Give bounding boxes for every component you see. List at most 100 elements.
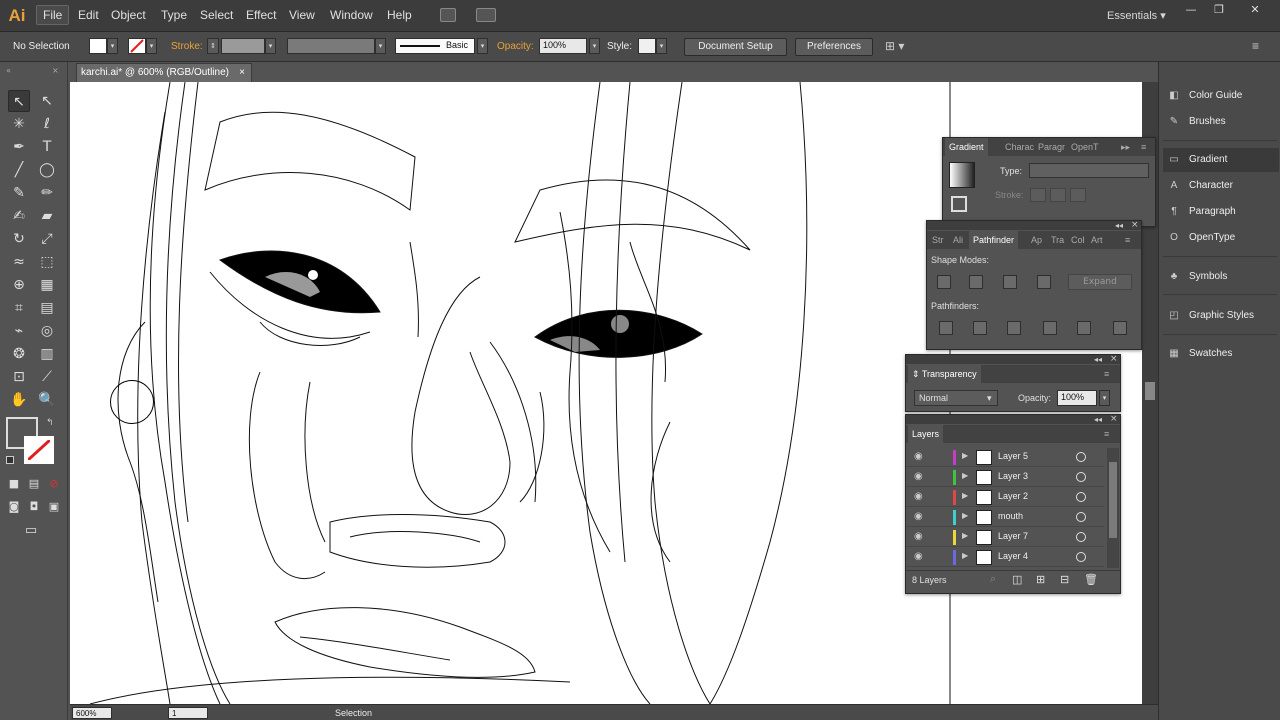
tab-transform[interactable]: Tra [1051,231,1064,249]
close-tab-icon[interactable]: × [239,64,245,82]
layer-row[interactable]: ◉ ▶ Layer 7 [906,528,1104,547]
layer-row[interactable]: ◉ ▶ mouth [906,508,1104,527]
opacity-dropdown[interactable]: ▾ [1099,390,1110,406]
workspace-switcher[interactable]: Essentials ▾ [1107,9,1166,22]
expand-arrow-icon[interactable]: ▶ [962,451,968,460]
stroke-stepper[interactable]: ⇕ [207,38,219,54]
stroke-across-icon[interactable] [1070,188,1086,202]
screen-mode-icon[interactable]: ▭ [20,520,42,538]
menu-effect[interactable]: Effect [246,8,276,22]
preferences-button[interactable]: Preferences [795,38,873,56]
target-icon[interactable] [1076,492,1086,502]
hand-tool-icon[interactable]: ✋ [8,389,30,411]
close-window-button[interactable]: ✕ [1244,3,1266,17]
zoom-field[interactable]: 600% [72,707,112,719]
collapse-panel-icon[interactable]: ◂◂ [1094,415,1102,424]
tab-align[interactable]: Ali [953,231,963,249]
menu-edit[interactable]: Edit [78,8,99,22]
layer-name[interactable]: mouth [998,511,1023,521]
arrange-documents-icon[interactable] [476,8,496,22]
dock-gradient[interactable]: ▭ Gradient [1163,148,1279,172]
eye-icon[interactable]: ◉ [914,531,928,542]
trim-icon[interactable] [973,321,987,335]
dock-paragraph[interactable]: ¶ Paragraph [1167,200,1277,224]
variable-width-profile[interactable] [287,38,375,54]
panel-grip[interactable] [906,415,1120,424]
menu-file[interactable]: File [36,5,70,25]
gradient-tool-icon[interactable]: ▤ [36,297,58,319]
column-graph-tool-icon[interactable]: ▥ [36,343,58,365]
panel-grip[interactable] [906,355,1120,364]
panel-menu-icon[interactable]: ≡ [1252,39,1259,53]
eraser-tool-icon[interactable]: ▰ [36,205,58,227]
collapse-icon[interactable]: « [6,66,11,75]
target-icon[interactable] [1076,452,1086,462]
target-icon[interactable] [1076,472,1086,482]
slice-tool-icon[interactable]: ⟋ [36,366,58,388]
layer-name[interactable]: Layer 4 [998,551,1028,561]
opacity-field[interactable]: 100% [1057,390,1097,406]
tab-gradient[interactable]: Gradient [945,138,988,156]
gradient-type-dropdown[interactable] [1029,163,1149,178]
menu-window[interactable]: Window [330,8,373,22]
magic-wand-tool-icon[interactable]: ✳ [8,113,30,135]
none-mode-icon[interactable]: ⊘ [45,473,63,491]
crop-icon[interactable] [1043,321,1057,335]
type-tool-icon[interactable]: T [36,136,58,158]
locate-object-icon[interactable]: ⌕ [990,573,996,586]
draw-behind-icon[interactable]: ◘ [25,496,43,514]
clipping-mask-icon[interactable]: ◫ [1012,573,1022,586]
target-icon[interactable] [1076,512,1086,522]
current-tool-status[interactable]: Selection [335,708,372,718]
panel-menu-icon[interactable]: ≡ [1104,365,1109,383]
target-icon[interactable] [1076,552,1086,562]
symbol-sprayer-tool-icon[interactable]: ❂ [8,343,30,365]
draw-inside-icon[interactable]: ▣ [45,496,63,514]
graphic-style-swatch[interactable] [638,38,656,54]
layers-scrollbar[interactable] [1107,448,1119,568]
opacity-label[interactable]: Opacity: [497,41,534,52]
layer-name[interactable]: Layer 3 [998,471,1028,481]
layer-name[interactable]: Layer 7 [998,531,1028,541]
intersect-icon[interactable] [1003,275,1017,289]
draw-normal-icon[interactable]: ◙ [5,496,23,514]
default-colors-icon[interactable] [6,456,14,464]
trash-icon[interactable]: 🗑 [1084,573,1098,586]
panel-menu-icon[interactable]: ≡ [1141,138,1146,156]
warp-tool-icon[interactable]: ≈ [8,251,30,273]
stroke-label[interactable]: Stroke: [171,41,203,52]
stroke-within-icon[interactable] [1030,188,1046,202]
selection-tool-icon[interactable]: ↖ [8,90,30,112]
brush-dropdown[interactable]: ▾ [477,38,488,54]
style-dropdown[interactable]: ▾ [656,38,667,54]
opacity-field[interactable]: 100% [539,38,587,54]
expand-arrow-icon[interactable]: ▶ [962,531,968,540]
dock-character[interactable]: A Character [1167,174,1277,198]
stroke-color-dropdown[interactable]: ▾ [146,38,157,54]
artboard-field[interactable]: 1 [168,707,208,719]
stroke-swatch[interactable] [128,38,146,54]
blend-tool-icon[interactable]: ◎ [36,320,58,342]
menu-view[interactable]: View [289,8,315,22]
minus-back-icon[interactable] [1113,321,1127,335]
layer-name[interactable]: Layer 2 [998,491,1028,501]
free-transform-tool-icon[interactable]: ⬚ [36,251,58,273]
gradient-preview-swatch[interactable] [949,162,975,188]
close-panel-icon[interactable]: × [1110,354,1118,364]
gradient-mode-icon[interactable]: ▤ [25,473,43,491]
stroke-color-box[interactable] [24,436,54,464]
layer-row[interactable]: ◉ ▶ Layer 5 [906,448,1104,467]
ellipse-tool-icon[interactable]: ◯ [36,159,58,181]
dock-brushes[interactable]: ✎ Brushes [1167,110,1277,134]
mesh-tool-icon[interactable]: ⌗ [8,297,30,319]
blob-brush-tool-icon[interactable]: ✍ [8,205,30,227]
tab-pathfinder[interactable]: Pathfinder [969,231,1019,249]
tab-layers[interactable]: Layers [908,425,944,443]
new-sublayer-icon[interactable]: ⊞ [1036,573,1045,586]
layer-row[interactable]: ◉ ▶ Layer 3 [906,468,1104,487]
target-icon[interactable] [1076,532,1086,542]
tab-paragraph[interactable]: Paragr [1038,138,1065,156]
swap-colors-icon[interactable]: ↰ [46,418,54,428]
zoom-tool-icon[interactable]: 🔍 [36,389,58,411]
new-layer-icon[interactable]: ⊟ [1060,573,1069,586]
